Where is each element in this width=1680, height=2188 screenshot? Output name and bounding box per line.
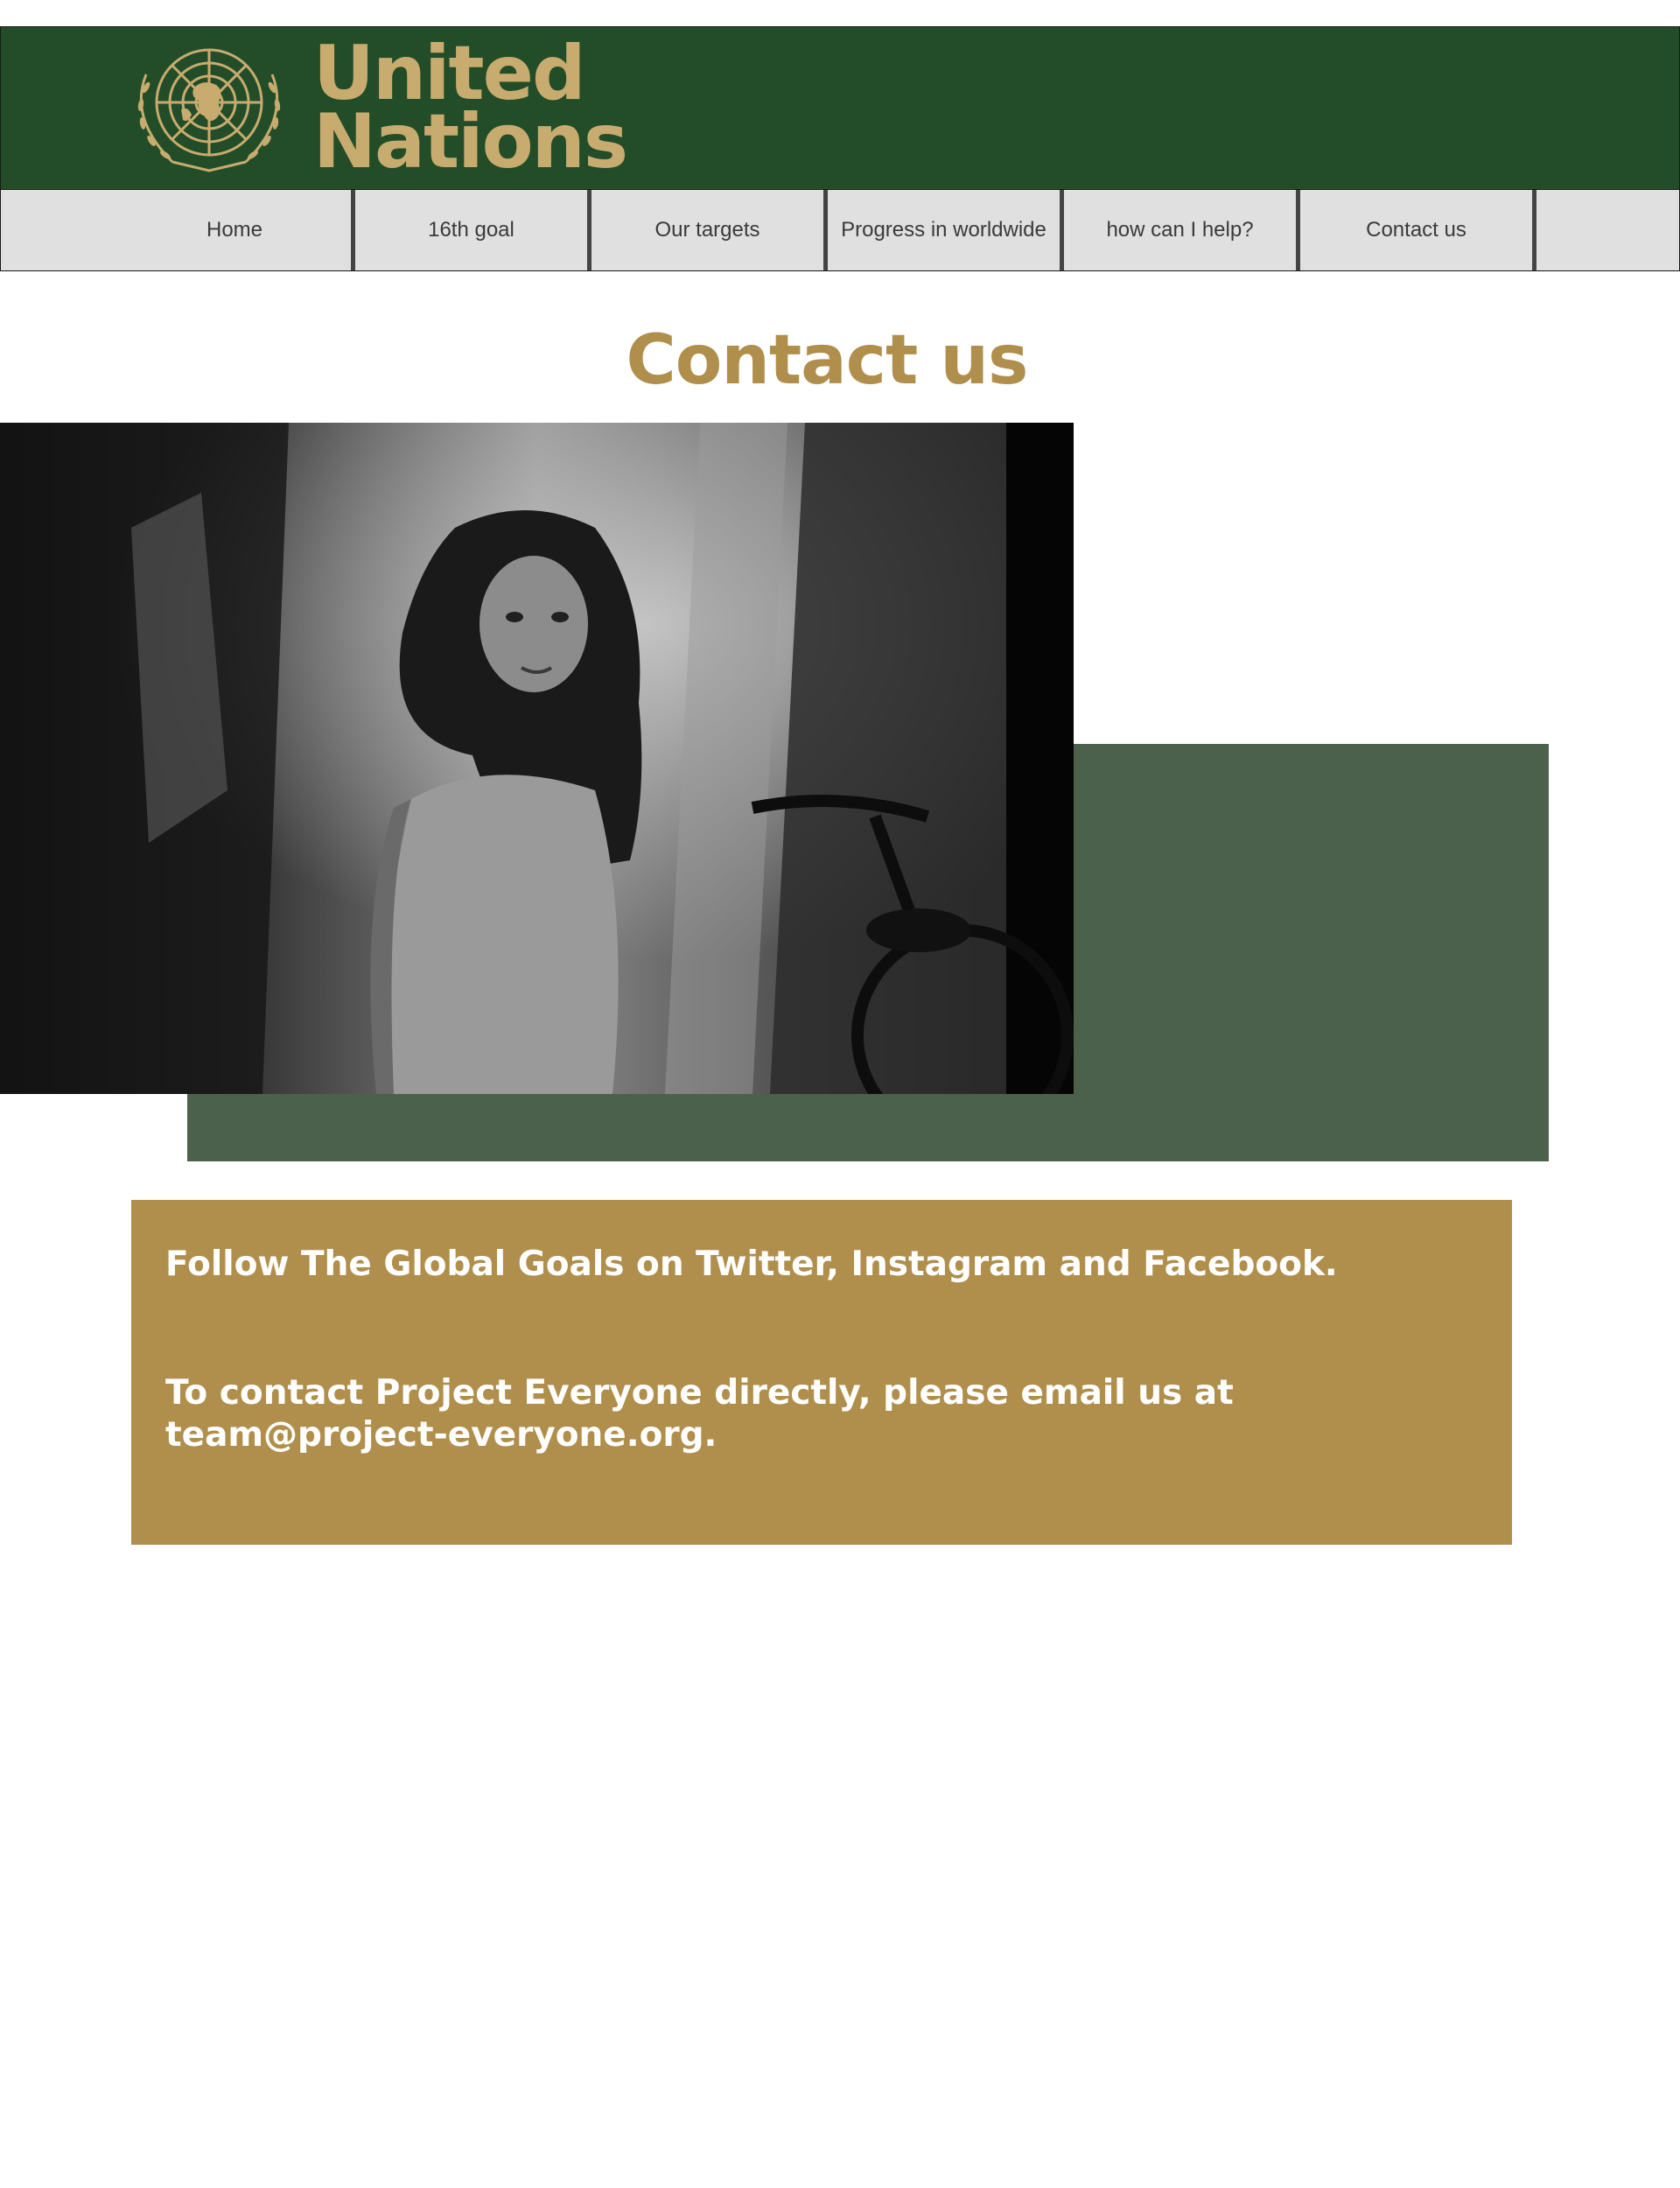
- site-header: United Nations: [0, 26, 1680, 190]
- nav-item-how-can-i-help[interactable]: how can I help?: [1064, 190, 1296, 270]
- brand-line-2: Nations: [313, 98, 628, 186]
- main-nav: Home 16th goal Our targets Progress in w…: [0, 189, 1680, 271]
- nav-item-empty[interactable]: [1536, 190, 1679, 270]
- photo-illustration: [0, 423, 1074, 1094]
- nav-item-home[interactable]: Home: [118, 190, 351, 270]
- contact-line-1: To contact Project Everyone directly, pl…: [165, 1373, 1234, 1413]
- contact-info-box: Follow The Global Goals on Twitter, Inst…: [131, 1200, 1512, 1545]
- nav-item-contact-us[interactable]: Contact us: [1300, 190, 1532, 270]
- page-title: Contact us: [626, 321, 1029, 400]
- follow-text: Follow The Global Goals on Twitter, Inst…: [165, 1245, 1338, 1284]
- hero-photo: [0, 423, 1074, 1094]
- nav-item-our-targets[interactable]: Our targets: [592, 190, 823, 270]
- contact-email[interactable]: team@project-everyone.org.: [165, 1414, 1478, 1456]
- nav-item-16th-goal[interactable]: 16th goal: [355, 190, 587, 270]
- un-emblem-icon: [137, 48, 281, 172]
- nav-item-progress[interactable]: Progress in worldwide: [828, 190, 1060, 270]
- brand-name: United Nations: [313, 36, 628, 186]
